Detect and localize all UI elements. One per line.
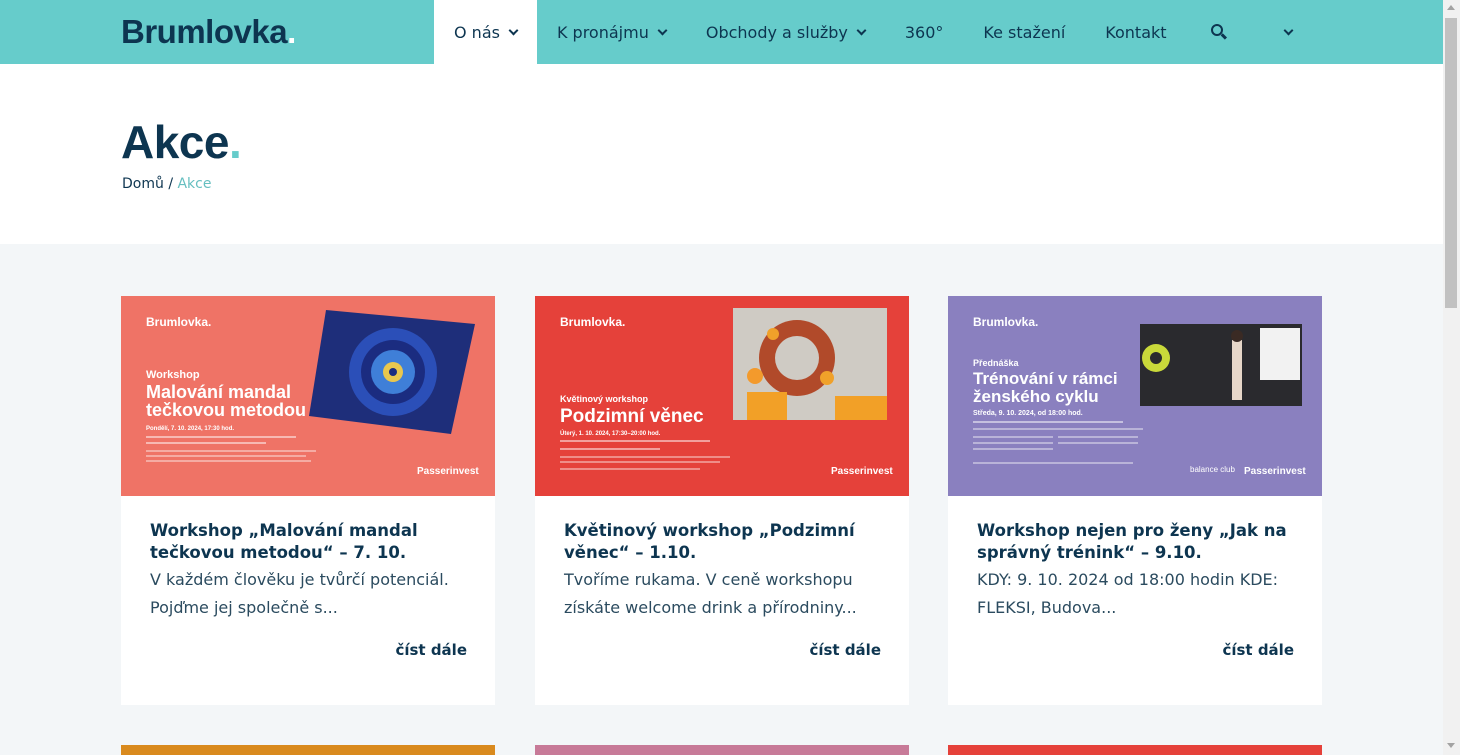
image-brand: Brumlovka. xyxy=(560,315,625,329)
image-headline: Malování mandal xyxy=(146,382,291,402)
scroll-up-icon[interactable] xyxy=(1447,5,1455,10)
nav-label: Kontakt xyxy=(1105,22,1167,42)
event-image[interactable]: Brumlovka. Přednáška Trénování v rámci ž… xyxy=(948,296,1322,496)
image-date: Středa, 9. 10. 2024, od 18:00 hod. xyxy=(973,410,1083,417)
image-brand: Brumlovka. xyxy=(146,315,211,329)
nav-label: O nás xyxy=(454,22,500,42)
scroll-down-icon[interactable] xyxy=(1447,743,1455,748)
event-card[interactable]: Brumlovka. Přednáška Trénování v rámci ž… xyxy=(948,296,1322,705)
search-button[interactable] xyxy=(1187,0,1251,64)
event-card[interactable]: Brumlovka. Workshop Malování mandal tečk… xyxy=(121,296,495,705)
image-date: Úterý, 1. 10. 2024, 17:30–20:00 hod. xyxy=(560,430,661,437)
image-sponsor: Passerinvest xyxy=(831,466,893,477)
event-excerpt: V každém člověku je tvůrčí potenciál. Po… xyxy=(150,570,449,617)
chevron-down-icon xyxy=(1283,25,1293,35)
nav-label: Obchody a služby xyxy=(705,22,848,42)
event-title[interactable]: Workshop „Malování mandal tečkovou metod… xyxy=(150,520,470,564)
search-icon xyxy=(1210,24,1227,40)
event-title[interactable]: Workshop nejen pro ženy „Jak na správný … xyxy=(977,520,1297,564)
image-headline: Trénování v rámci xyxy=(973,369,1118,388)
scroll-thumb[interactable] xyxy=(1445,18,1457,308)
image-partner: balance club xyxy=(1190,465,1235,474)
breadcrumb-separator: / xyxy=(168,176,174,192)
nav-label: 360° xyxy=(904,22,944,42)
page-header: Akce. Domů / Akce xyxy=(0,64,1443,244)
site-logo[interactable]: Brumlovka. xyxy=(121,14,296,50)
image-headline: Podzimní věnec xyxy=(560,406,704,427)
site-header: Brumlovka. O nás K pronájmu Obchody a sl… xyxy=(0,0,1443,64)
event-card-next-row[interactable] xyxy=(121,745,495,755)
breadcrumb-home[interactable]: Domů xyxy=(122,176,164,192)
chevron-down-icon xyxy=(856,25,867,35)
image-headline: ženského cyklu xyxy=(973,387,1099,406)
event-excerpt: Tvoříme rukama. V ceně workshopu získáte… xyxy=(564,570,857,617)
page-title: Akce. xyxy=(121,116,242,168)
image-kicker: Květinový workshop xyxy=(560,394,649,404)
main-nav: O nás K pronájmu Obchody a služby 360° K… xyxy=(434,0,1312,64)
image-kicker: Workshop xyxy=(146,369,200,381)
event-excerpt: KDY: 9. 10. 2024 od 18:00 hodin KDE: FLE… xyxy=(977,570,1279,617)
nav-item-kontakt[interactable]: Kontakt xyxy=(1085,0,1186,64)
image-sponsor: Passerinvest xyxy=(417,466,479,477)
nav-label: Ke stažení xyxy=(983,22,1066,42)
page-scrollbar[interactable] xyxy=(1443,0,1460,755)
nav-item-obchody-a-sluzby[interactable]: Obchody a služby xyxy=(686,0,885,64)
event-card-next-row[interactable] xyxy=(535,745,909,755)
breadcrumb: Domů / Akce xyxy=(122,176,211,192)
read-more-link[interactable]: číst dále xyxy=(1222,641,1294,659)
image-date: Pondělí, 7. 10. 2024, 17:30 hod. xyxy=(146,426,234,432)
event-card[interactable]: Brumlovka. Květinový workshop Podzimní v… xyxy=(535,296,909,705)
image-headline: tečkovou metodou xyxy=(146,400,306,420)
event-title[interactable]: Květinový workshop „Podzimní věnec“ – 1.… xyxy=(564,520,884,564)
nav-label: K pronájmu xyxy=(556,22,649,42)
chevron-down-icon xyxy=(508,25,519,35)
nav-item-k-pronajmu[interactable]: K pronájmu xyxy=(537,0,686,64)
language-switcher[interactable] xyxy=(1251,0,1312,64)
image-sponsor: Passerinvest xyxy=(1244,466,1306,477)
event-card-next-row[interactable] xyxy=(948,745,1322,755)
event-image[interactable]: Brumlovka. Workshop Malování mandal tečk… xyxy=(121,296,495,496)
nav-item-ke-stazeni[interactable]: Ke stažení xyxy=(963,0,1085,64)
read-more-link[interactable]: číst dále xyxy=(809,641,881,659)
image-kicker: Přednáška xyxy=(973,358,1020,368)
breadcrumb-current: Akce xyxy=(177,176,212,192)
nav-item-o-nas[interactable]: O nás xyxy=(434,0,537,64)
image-brand: Brumlovka. xyxy=(973,315,1038,329)
read-more-link[interactable]: číst dále xyxy=(395,641,467,659)
chevron-down-icon xyxy=(657,25,668,35)
event-image[interactable]: Brumlovka. Květinový workshop Podzimní v… xyxy=(535,296,909,496)
nav-item-360[interactable]: 360° xyxy=(885,0,964,64)
